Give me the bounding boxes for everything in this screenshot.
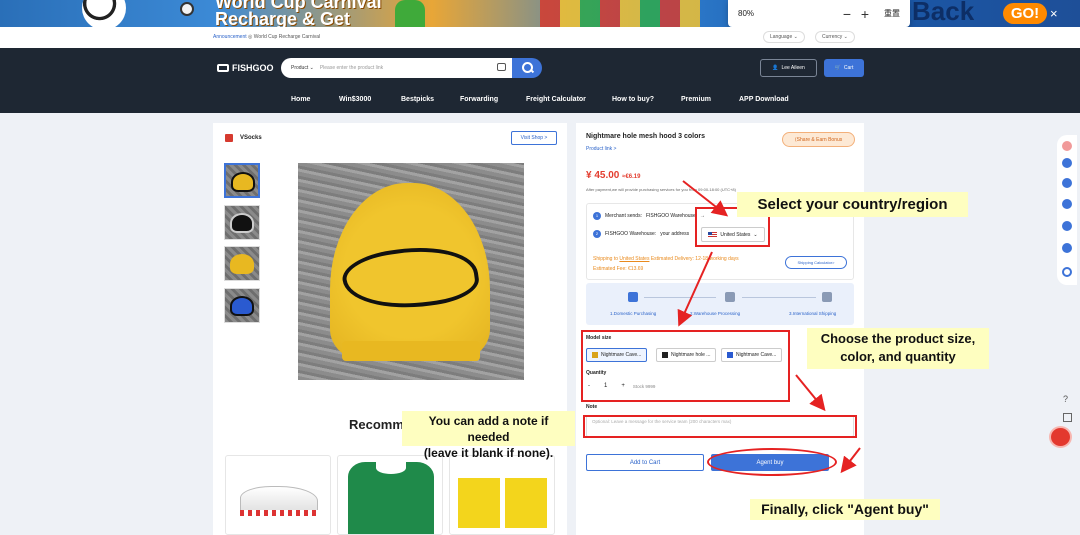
avatar-icon[interactable] xyxy=(1062,141,1072,151)
add-to-cart-button[interactable]: Add to Cart xyxy=(586,454,704,471)
purchase-note: After payment,we will provide purchasing… xyxy=(586,187,736,192)
nav-freight-calculator[interactable]: Freight Calculator xyxy=(526,96,586,103)
banner-go-button[interactable]: GO! xyxy=(1003,3,1047,24)
announcement[interactable]: Announcement ◎ World Cup Recharge Carniv… xyxy=(213,34,320,40)
nav-bestpicks[interactable]: Bestpicks xyxy=(401,96,434,103)
site-header: FISHGOO Product ⌄ Please enter the produ… xyxy=(0,48,1080,113)
image-search-icon[interactable] xyxy=(497,63,506,71)
thumbnail-1[interactable] xyxy=(224,163,260,198)
service-icon[interactable] xyxy=(1062,243,1072,253)
thumbnail-4[interactable] xyxy=(224,288,260,323)
banner-title: World Cup Carnival Recharge & Get xyxy=(215,0,382,27)
nav-app-download[interactable]: APP Download xyxy=(739,96,789,103)
link-icon[interactable] xyxy=(1062,267,1072,277)
cart-step-icon xyxy=(628,292,638,302)
recommend-title: Recomm xyxy=(349,417,404,432)
grid-icon[interactable] xyxy=(1063,413,1072,422)
step-2-label: 2.Warehouse Processing xyxy=(690,311,741,316)
visit-shop-button[interactable]: Visit Shop > xyxy=(511,131,557,145)
shop-logo-icon xyxy=(225,134,233,142)
zoom-out-button[interactable]: − xyxy=(838,6,856,22)
recommended-product-3[interactable] xyxy=(449,455,555,535)
nav-how-to-buy[interactable]: How to buy? xyxy=(612,96,654,103)
product-price: ¥ 45.00 ≈€6.19 xyxy=(586,170,641,181)
agent-buy-highlight xyxy=(707,448,837,476)
step-3-label: 3.International Shipping xyxy=(789,311,837,316)
search-button[interactable] xyxy=(512,58,542,78)
logo-icon xyxy=(217,64,229,72)
options-highlight-box xyxy=(581,330,790,402)
shipping-calculator-button[interactable]: Shipping Calculator> xyxy=(785,256,847,269)
nav-win3000[interactable]: Win$3000 xyxy=(339,96,371,103)
thumbnail-2[interactable] xyxy=(224,205,260,240)
promo-banner[interactable]: World Cup Carnival Recharge & Get Back G… xyxy=(0,0,1080,27)
zoom-value: 80% xyxy=(738,9,755,18)
callout-note: You can add a note if needed (leave it b… xyxy=(402,411,575,460)
banner-back-text: Back xyxy=(912,0,975,26)
user-icon[interactable] xyxy=(1062,158,1072,168)
note-highlight-box xyxy=(583,415,857,438)
warehouse-row: 2 FISHGOO Warehouse: your address xyxy=(593,230,689,238)
search-category-select[interactable]: Product ⌄ xyxy=(291,65,314,71)
note-label: Note xyxy=(586,404,598,410)
recommended-product-1[interactable] xyxy=(225,455,331,535)
purchase-steps: 1.Domestic Purchasing 2.Warehouse Proces… xyxy=(586,283,854,325)
floating-sidebar xyxy=(1057,135,1077,285)
zoom-reset-button[interactable]: 重置 xyxy=(884,8,900,19)
user-account-button[interactable]: 👤 Lee Aileen xyxy=(760,59,817,77)
plane-step-icon xyxy=(822,292,832,302)
callout-country: Select your country/region xyxy=(737,192,968,217)
soccer-ball-icon xyxy=(82,0,126,27)
thumbnail-3[interactable] xyxy=(224,246,260,281)
banner-close-icon[interactable]: × xyxy=(1050,6,1058,21)
search-placeholder: Please enter the product link xyxy=(319,65,384,71)
chart-float-button[interactable] xyxy=(1049,426,1072,448)
gift-decoration xyxy=(540,0,700,27)
small-ball-icon xyxy=(180,2,194,16)
nav-home[interactable]: Home xyxy=(291,96,310,103)
language-select[interactable]: Language ⌄ xyxy=(763,31,805,43)
shipping-estimate: Shipping to United States Estimated Deli… xyxy=(593,256,739,272)
fishgoo-logo[interactable]: FISHGOO xyxy=(217,63,274,73)
currency-select[interactable]: Currency ⌄ xyxy=(815,31,855,43)
truck-icon[interactable] xyxy=(1062,178,1072,188)
recommended-product-2[interactable] xyxy=(337,455,443,535)
product-link[interactable]: Product link > xyxy=(586,146,616,152)
top-strip: Announcement ◎ World Cup Recharge Carniv… xyxy=(0,27,1080,48)
shop-name: VSocks xyxy=(225,134,262,142)
cactus-icon xyxy=(395,0,425,27)
zoom-popup: 80% − + 重置 xyxy=(728,0,910,27)
product-gallery-panel: VSocks Visit Shop > Recomm xyxy=(213,123,567,535)
callout-agent-buy: Finally, click "Agent buy" xyxy=(750,499,940,520)
share-earn-button[interactable]: ⟨ Share & Earn Bonus xyxy=(782,132,855,147)
cart-button[interactable]: 🛒 Cart xyxy=(824,59,864,77)
search-input[interactable]: Product ⌄ Please enter the product link xyxy=(281,58,512,78)
callout-size: Choose the product size, color, and quan… xyxy=(807,328,989,369)
help-icon[interactable]: ? xyxy=(1063,394,1068,404)
main-product-image xyxy=(298,163,524,380)
step-1-label: 1.Domestic Purchasing xyxy=(610,311,657,316)
discord-icon[interactable] xyxy=(1062,221,1072,231)
chat-icon[interactable] xyxy=(1062,199,1072,209)
product-title: Nightmare hole mesh hood 3 colors xyxy=(586,133,706,140)
merchant-row: 1 Merchant sends: FISHGOO Warehouse → xyxy=(593,212,705,220)
zoom-in-button[interactable]: + xyxy=(856,6,874,22)
nav-forwarding[interactable]: Forwarding xyxy=(460,96,498,103)
nav-premium[interactable]: Premium xyxy=(681,96,711,103)
warehouse-step-icon xyxy=(725,292,735,302)
